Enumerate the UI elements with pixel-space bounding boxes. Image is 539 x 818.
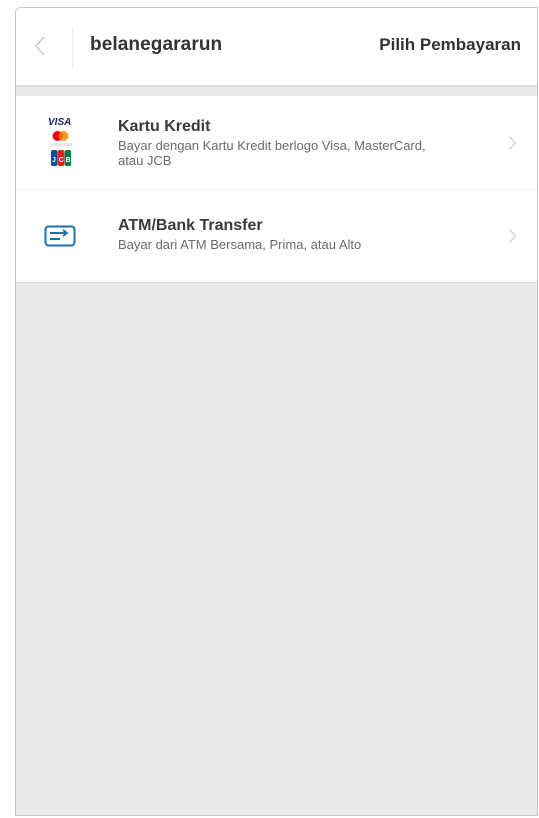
- bank-transfer-text: ATM/Bank Transfer Bayar dari ATM Bersama…: [118, 216, 497, 252]
- bank-transfer-description: Bayar dari ATM Bersama, Prima, atau Alto: [118, 237, 362, 252]
- credit-card-description: Bayar dengan Kartu Kredit berlogo Visa, …: [118, 138, 426, 168]
- header-divider: [72, 26, 73, 70]
- card-logos-icon: VISA J C B: [44, 115, 78, 178]
- svg-text:B: B: [66, 157, 71, 164]
- visa-logo: VISA: [48, 117, 71, 128]
- back-button[interactable]: [16, 8, 73, 85]
- chevron-left-icon: [35, 36, 45, 56]
- chevron-right-icon: [509, 229, 517, 243]
- svg-text:J: J: [52, 157, 56, 164]
- credit-card-title: Kartu Kredit: [118, 118, 211, 135]
- payment-method-bank-transfer[interactable]: ATM/Bank Transfer Bayar dari ATM Bersama…: [16, 189, 537, 282]
- chevron-right-icon: [509, 135, 517, 150]
- svg-text:C: C: [59, 157, 64, 164]
- credit-card-text: Kartu Kredit Bayar dengan Kartu Kredit b…: [118, 117, 497, 168]
- bank-transfer-title: ATM/Bank Transfer: [118, 217, 263, 234]
- page-title: Pilih Pembayaran: [379, 35, 521, 54]
- payment-window: belanegararun Pilih Pembayaran VISA J C …: [15, 7, 538, 816]
- header-bar: belanegararun Pilih Pembayaran: [16, 8, 537, 87]
- payment-method-credit-card[interactable]: VISA J C B Kartu Kredit Bayar dengan Kar…: [16, 96, 537, 189]
- bank-transfer-icon: [44, 225, 78, 252]
- merchant-name: belanegararun: [90, 34, 223, 55]
- payment-method-list: VISA J C B Kartu Kredit Bayar dengan Kar…: [16, 96, 537, 283]
